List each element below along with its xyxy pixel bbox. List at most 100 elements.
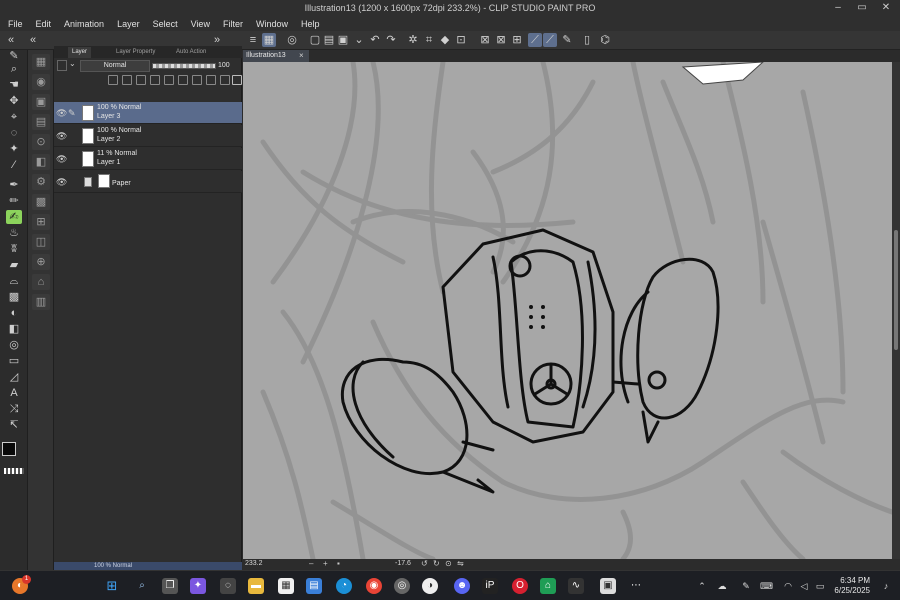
opacity-slider[interactable] [152, 63, 216, 69]
gradient-icon[interactable]: ◧ [6, 322, 22, 336]
undo-icon[interactable]: ↶ [368, 33, 382, 47]
layer-mask-icon[interactable] [220, 75, 230, 85]
discord-icon[interactable]: ☻ [454, 578, 470, 594]
sub-tool-icon-4[interactable]: ▤ [32, 114, 50, 130]
canvas[interactable] [243, 62, 892, 559]
close-window-button[interactable]: ✕ [876, 2, 896, 14]
pencil-icon[interactable]: ✏ [6, 194, 22, 208]
pinned-app-icon[interactable]: ▣ [600, 578, 616, 594]
menu-file[interactable]: File [8, 19, 23, 29]
sub-tool-icon-1[interactable]: ▦ [32, 54, 50, 70]
store-icon[interactable]: ⌂ [540, 578, 556, 594]
rotate-left-icon[interactable]: ↺ [421, 559, 428, 568]
clear-icon[interactable]: ✲ [406, 33, 420, 47]
menu-layer[interactable]: Layer [117, 19, 140, 29]
menu-help[interactable]: Help [301, 19, 320, 29]
pen-tool-icon[interactable]: ✎ [6, 49, 22, 63]
sub-tool-icon-10[interactable]: ◫ [32, 234, 50, 250]
menu-animation[interactable]: Animation [64, 19, 104, 29]
magic-wand-icon[interactable]: ✦ [6, 142, 22, 156]
pen-icon[interactable]: ✒ [6, 178, 22, 192]
file-explorer-icon[interactable]: ▬ [248, 578, 264, 594]
tab-layer-property[interactable]: Layer Property [112, 47, 159, 58]
layer-row[interactable]: 👁 11 % Normal Layer 1 [54, 148, 242, 170]
lock-layer-icon[interactable] [150, 75, 160, 85]
edge-icon[interactable]: ◔ [336, 578, 352, 594]
snap-perspective-icon[interactable]: ⟋ [543, 33, 557, 47]
battery-icon[interactable]: ▭ [814, 580, 826, 592]
figure-icon[interactable]: ▭ [6, 354, 22, 368]
search-icon[interactable]: ⌕ [134, 578, 150, 594]
close-tab-icon[interactable]: × [299, 50, 309, 62]
fill-icon[interactable]: ◆ [438, 33, 452, 47]
ruler-icon[interactable]: ◿ [6, 370, 22, 384]
clip-studio-icon[interactable]: ◎ [285, 33, 299, 47]
sub-tool-icon-3[interactable]: ▣ [32, 94, 50, 110]
sub-tool-icon-2[interactable]: ◉ [32, 74, 50, 90]
sub-tool-icon-11[interactable]: ⊕ [32, 254, 50, 270]
eye-icon[interactable]: 👁 [56, 177, 67, 187]
app-icon-1[interactable]: ◌ [220, 578, 236, 594]
sub-tool-icon-7[interactable]: ⚙ [32, 174, 50, 190]
clip-studio-icon[interactable]: ◎ [394, 578, 410, 594]
draft-layer-icon[interactable] [136, 75, 146, 85]
layer-row[interactable]: 👁 100 % Normal Layer 2 [54, 125, 242, 147]
tab-auto-action[interactable]: Auto Action [172, 47, 210, 58]
volume-icon[interactable]: ◁ [798, 580, 810, 592]
reset-rotation-icon[interactable]: ⊙ [445, 559, 452, 568]
layer-color-icon[interactable] [57, 60, 67, 71]
collapse-left-icon[interactable]: « [4, 33, 18, 47]
new-layer-icon[interactable] [206, 75, 216, 85]
sub-tool-icon-12[interactable]: ⌂ [32, 274, 50, 290]
cloud-icon[interactable]: ☁ [716, 580, 728, 592]
eraser-icon[interactable]: ▰ [6, 258, 22, 272]
hamburger-menu-icon[interactable]: ≡ [246, 33, 260, 47]
blend-icon[interactable]: ⌓ [6, 274, 22, 288]
text-tool-icon[interactable]: A [6, 386, 22, 400]
snap-off-icon[interactable]: ⊠ [478, 33, 492, 47]
transform-icon[interactable]: ⊡ [454, 33, 468, 47]
eyedropper-icon[interactable]: ⁄ [6, 158, 22, 172]
main-color-swatch[interactable] [2, 442, 16, 456]
rotate-right-icon[interactable]: ↻ [433, 559, 440, 568]
task-view-icon[interactable]: ❐ [162, 578, 178, 594]
notifications-icon[interactable]: ♪ [880, 580, 892, 592]
save-icon[interactable]: ▣ [336, 33, 350, 47]
mask-icon[interactable] [178, 75, 188, 85]
app-icon-2[interactable]: ∿ [568, 578, 584, 594]
notes-icon[interactable]: ▤ [306, 578, 322, 594]
zoom-out-icon[interactable]: – [309, 559, 313, 568]
sub-tool-icon-9[interactable]: ⊞ [32, 214, 50, 230]
decoration-icon[interactable]: ʬ [6, 242, 22, 256]
trash-icon[interactable] [232, 75, 242, 85]
tool-icon[interactable]: ⌬ [598, 33, 612, 47]
dropdown-icon[interactable]: ⌄ [352, 33, 366, 47]
redo-icon[interactable]: ↷ [384, 33, 398, 47]
snap-ruler-icon[interactable]: ⊠ [494, 33, 508, 47]
snap-grid-icon[interactable]: ⊞ [510, 33, 524, 47]
minimize-button[interactable]: – [828, 2, 848, 14]
clock[interactable]: 6:34 PM 6/25/2025 [834, 576, 870, 596]
fill-tool-icon[interactable]: ▩ [6, 290, 22, 304]
new-folder-icon[interactable] [192, 75, 202, 85]
expand-right-icon[interactable]: » [210, 33, 224, 47]
clear-selection-icon[interactable]: ⌗ [422, 33, 436, 47]
eye-icon[interactable]: 👁 [56, 131, 67, 141]
opacity-value[interactable]: 100 [218, 60, 240, 72]
tab-layer[interactable]: Layer [68, 47, 92, 58]
operation-tool-icon[interactable]: ⌖ [6, 110, 22, 124]
clip-layer-icon[interactable] [108, 75, 118, 85]
menu-filter[interactable]: Filter [223, 19, 243, 29]
more-icon[interactable]: ⋯ [628, 578, 644, 594]
brush-icon[interactable]: ✍ [6, 210, 22, 224]
device-icon[interactable]: ▯ [580, 33, 594, 47]
bucket-icon[interactable]: ◐ [6, 306, 22, 320]
blend-mode-select[interactable]: Normal [80, 60, 150, 72]
rotation-value[interactable]: -17.6 [395, 560, 411, 567]
layer-row[interactable]: 👁 ✎ 100 % Normal Layer 3 [54, 102, 242, 124]
chevron-up-icon[interactable]: ⌃ [696, 580, 708, 592]
layer-row[interactable]: 👁 Paper [54, 171, 242, 193]
flip-icon[interactable]: ⇋ [457, 559, 464, 568]
sub-tool-icon-6[interactable]: ◧ [32, 154, 50, 170]
clip-studio-paint-icon[interactable]: ◑ [422, 578, 438, 594]
